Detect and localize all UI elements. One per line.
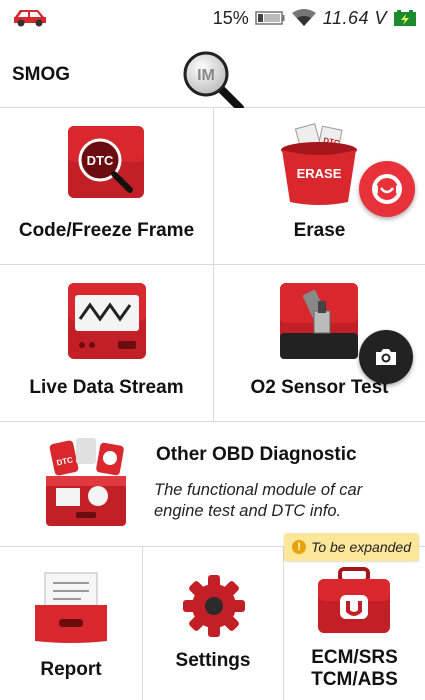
logo-text: IM (197, 67, 215, 84)
battery-icon (255, 11, 285, 25)
car-battery-icon (394, 10, 416, 26)
info-icon: ! (292, 540, 307, 554)
im-magnifier-icon: IM (183, 51, 244, 112)
ecm-srs-label: ECM/SRS (311, 647, 398, 668)
wifi-icon (291, 9, 316, 26)
report-label: Report (40, 659, 102, 680)
erase-bin-icon: DTC ERASE (281, 123, 357, 205)
ecm-srs-tcm-abs-tile[interactable]: ! To be expanded ECM/SRS TCM/ABS (284, 533, 425, 700)
tcm-abs-label: TCM/ABS (311, 669, 398, 690)
live-data-stream-tile[interactable]: Live Data Stream (0, 265, 214, 422)
report-drawer-icon (35, 572, 107, 643)
erase-label: Erase (293, 220, 346, 241)
waveform-monitor-icon (68, 283, 146, 359)
camera-icon (376, 349, 396, 365)
badge-text: To be expanded (311, 539, 411, 555)
other-obd-diagnostic-tile[interactable]: DTC Other OBD Diagnostic The functional … (0, 422, 425, 547)
code-freeze-frame-label: Code/Freeze Frame (18, 220, 195, 241)
to-be-expanded-badge: ! To be expanded (284, 533, 419, 561)
settings-tile[interactable]: Settings (143, 547, 284, 700)
support-agent-icon (372, 174, 402, 204)
settings-label: Settings (175, 650, 251, 671)
car-icon (14, 10, 46, 27)
toolbox-icon: DTC (46, 438, 126, 526)
dtc-icon-text: DTC (87, 153, 114, 168)
voltage-readout: 11.64 V (322, 7, 387, 28)
gear-icon (183, 575, 245, 637)
o2-sensor-icon (280, 283, 358, 359)
report-tile[interactable]: Report (0, 547, 143, 700)
code-freeze-frame-tile[interactable]: DTC Code/Freeze Frame (0, 108, 214, 265)
status-bar: 15% 11.64 V (0, 0, 425, 36)
app-header: SMOG IM (0, 36, 425, 112)
other-obd-description: The functional module of car engine test… (154, 481, 363, 520)
support-button[interactable] (359, 161, 415, 217)
battery-percent: 15% (212, 7, 249, 28)
briefcase-icon (318, 567, 390, 633)
erase-icon-text: ERASE (297, 166, 342, 181)
page-title: SMOG (12, 64, 71, 85)
other-obd-title: Other OBD Diagnostic (156, 444, 357, 465)
live-data-stream-label: Live Data Stream (29, 377, 184, 398)
screenshot-button[interactable] (359, 330, 413, 384)
dtc-magnifier-icon: DTC (68, 126, 144, 198)
